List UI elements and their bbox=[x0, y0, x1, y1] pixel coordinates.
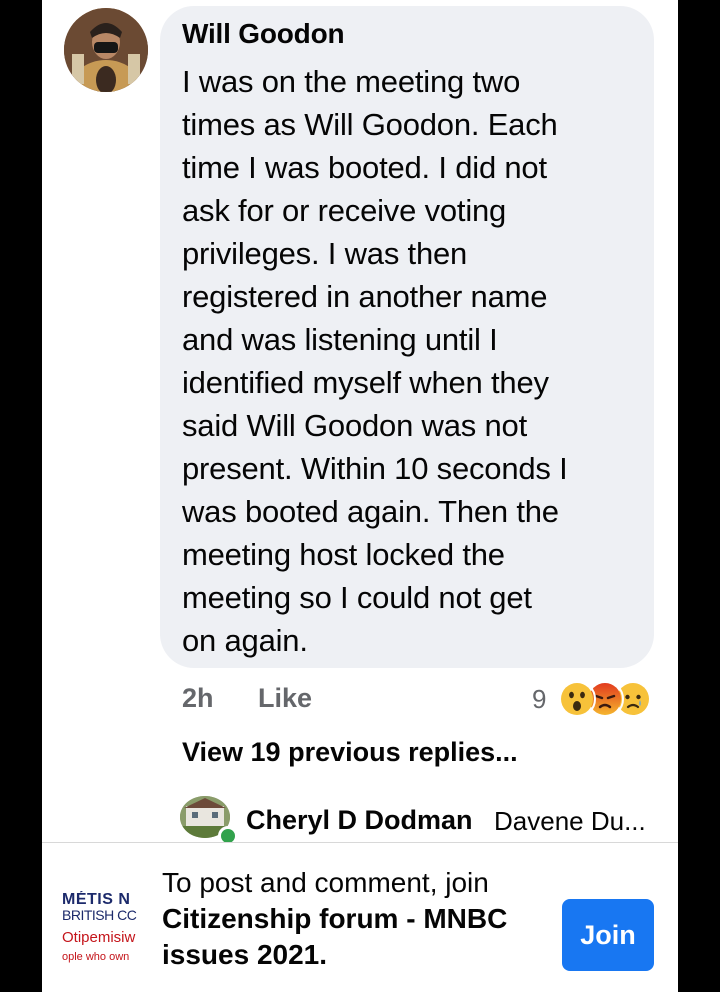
comment-line: was booted again. Then the bbox=[182, 494, 559, 529]
comment-line: on again. bbox=[182, 623, 308, 658]
join-group-bar: MÉTIS N BRITISH CC Otipemisiw ople who o… bbox=[42, 842, 678, 992]
join-prompt: To post and comment, join Citizenship fo… bbox=[162, 865, 552, 973]
comment-line: meeting so I could not get bbox=[182, 580, 532, 615]
reply-author-name[interactable]: Cheryl D Dodman bbox=[246, 805, 473, 836]
comment-line: privileges. I was then bbox=[182, 236, 468, 271]
comment-line: registered in another name bbox=[182, 279, 548, 314]
group-logo: MÉTIS N BRITISH CC Otipemisiw ople who o… bbox=[62, 891, 148, 971]
reaction-count[interactable]: 9 bbox=[532, 684, 546, 715]
reply-preview-text[interactable]: Davene Du... bbox=[494, 806, 646, 837]
group-name: Citizenship forum - MNBC bbox=[162, 903, 508, 934]
comment-line: times as Will Goodon. Each bbox=[182, 107, 558, 142]
group-name-continued: issues 2021. bbox=[162, 939, 328, 970]
facebook-comment-screen: Will Goodon I was on the meeting two tim… bbox=[42, 0, 678, 992]
like-button[interactable]: Like bbox=[258, 683, 312, 714]
wow-reaction-icon bbox=[558, 680, 596, 718]
comment-line: time I was booted. I did not bbox=[182, 150, 547, 185]
comment-line: present. Within 10 seconds I bbox=[182, 451, 568, 486]
comment-line: said Will Goodon was not bbox=[182, 408, 527, 443]
comment-line: identified myself when they bbox=[182, 365, 549, 400]
join-button[interactable]: Join bbox=[562, 899, 654, 971]
comment-text: I was on the meeting two times as Will G… bbox=[182, 60, 652, 662]
comment-line: and was listening until I bbox=[182, 322, 498, 357]
logo-text: BRITISH CC bbox=[62, 907, 137, 923]
logo-text: ople who own bbox=[62, 951, 130, 963]
comment-timestamp[interactable]: 2h bbox=[182, 683, 214, 714]
comment-line: meeting host locked the bbox=[182, 537, 505, 572]
comment-author-name[interactable]: Will Goodon bbox=[182, 18, 345, 50]
comment-line: ask for or receive voting bbox=[182, 193, 507, 228]
view-previous-replies-link[interactable]: View 19 previous replies... bbox=[182, 737, 518, 768]
logo-text: Otipemisiw bbox=[62, 929, 136, 946]
comment-line: I was on the meeting two bbox=[182, 64, 521, 99]
commenter-avatar[interactable] bbox=[64, 8, 148, 92]
reactions-summary[interactable] bbox=[558, 680, 658, 718]
join-prompt-text: To post and comment, join bbox=[162, 867, 489, 898]
